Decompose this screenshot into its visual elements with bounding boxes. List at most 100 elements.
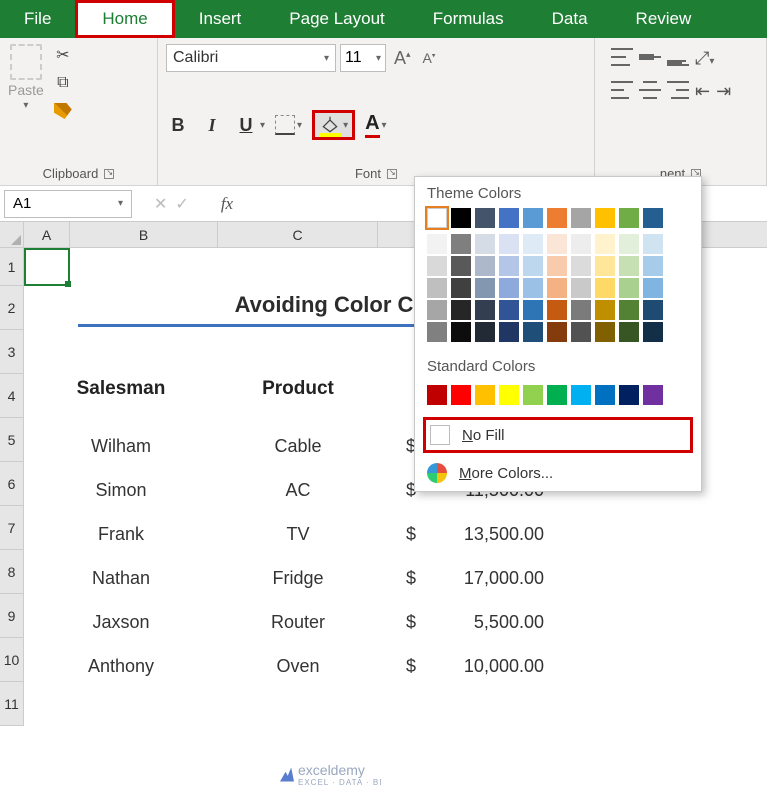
color-swatch[interactable]: [619, 385, 639, 405]
fill-color-button[interactable]: ▾: [312, 110, 355, 140]
color-swatch[interactable]: [475, 322, 495, 342]
tab-file[interactable]: File: [0, 0, 75, 38]
color-swatch[interactable]: [523, 278, 543, 298]
cell-salesman[interactable]: Wilham: [24, 436, 218, 457]
color-swatch[interactable]: [595, 208, 615, 228]
align-center-button[interactable]: [639, 81, 661, 99]
color-swatch[interactable]: [451, 234, 471, 254]
cancel-formula-button[interactable]: ✕: [154, 194, 167, 214]
cell-salesman[interactable]: Jaxson: [24, 612, 218, 633]
tab-pagelayout[interactable]: Page Layout: [265, 0, 408, 38]
color-swatch[interactable]: [451, 278, 471, 298]
color-swatch[interactable]: [499, 278, 519, 298]
align-left-button[interactable]: [611, 81, 633, 99]
color-swatch[interactable]: [523, 300, 543, 320]
color-swatch[interactable]: [547, 322, 567, 342]
color-swatch[interactable]: [427, 208, 447, 228]
color-swatch[interactable]: [571, 300, 591, 320]
color-swatch[interactable]: [571, 208, 591, 228]
no-fill-item[interactable]: No Fill: [423, 417, 693, 453]
color-swatch[interactable]: [475, 385, 495, 405]
font-name-select[interactable]: Calibri▾: [166, 44, 336, 72]
expand-icon[interactable]: [104, 169, 114, 179]
color-swatch[interactable]: [475, 278, 495, 298]
color-swatch[interactable]: [427, 278, 447, 298]
align-bottom-button[interactable]: [667, 48, 689, 66]
cell-salesman[interactable]: Simon: [24, 480, 218, 501]
color-swatch[interactable]: [451, 385, 471, 405]
color-swatch[interactable]: [523, 322, 543, 342]
select-all-corner[interactable]: [0, 222, 24, 247]
color-swatch[interactable]: [475, 256, 495, 276]
paste-button[interactable]: Paste ▾: [8, 44, 44, 122]
active-cell[interactable]: [24, 248, 70, 286]
color-swatch[interactable]: [595, 278, 615, 298]
color-swatch[interactable]: [619, 322, 639, 342]
font-size-select[interactable]: 11▾: [340, 44, 386, 72]
cell-currency[interactable]: $: [378, 656, 424, 677]
tab-home[interactable]: Home: [75, 0, 174, 38]
row-header[interactable]: 11: [0, 682, 24, 726]
color-swatch[interactable]: [619, 278, 639, 298]
color-swatch[interactable]: [451, 300, 471, 320]
underline-button[interactable]: U▾: [234, 115, 265, 136]
bold-button[interactable]: B: [166, 115, 190, 136]
color-swatch[interactable]: [547, 385, 567, 405]
cell-value[interactable]: 5,500.00: [424, 612, 574, 633]
color-swatch[interactable]: [547, 278, 567, 298]
cell-product[interactable]: TV: [218, 524, 378, 545]
color-swatch[interactable]: [547, 234, 567, 254]
cell-currency[interactable]: $: [378, 568, 424, 589]
increase-indent-button[interactable]: ⇥: [716, 81, 731, 102]
color-swatch[interactable]: [595, 300, 615, 320]
color-swatch[interactable]: [595, 385, 615, 405]
color-swatch[interactable]: [643, 300, 663, 320]
row-header[interactable]: 2: [0, 286, 24, 330]
color-swatch[interactable]: [571, 234, 591, 254]
tab-review[interactable]: Review: [612, 0, 716, 38]
tab-insert[interactable]: Insert: [175, 0, 266, 38]
row-header[interactable]: 3: [0, 330, 24, 374]
row-header[interactable]: 8: [0, 550, 24, 594]
cell-currency[interactable]: $: [378, 524, 424, 545]
row-header[interactable]: 1: [0, 248, 24, 286]
color-swatch[interactable]: [499, 208, 519, 228]
more-colors-item[interactable]: More Colors...: [415, 455, 701, 491]
color-swatch[interactable]: [595, 256, 615, 276]
tab-data[interactable]: Data: [528, 0, 612, 38]
color-swatch[interactable]: [619, 256, 639, 276]
color-swatch[interactable]: [523, 256, 543, 276]
color-swatch[interactable]: [643, 322, 663, 342]
decrease-font-button[interactable]: A▾: [419, 50, 440, 66]
color-swatch[interactable]: [571, 278, 591, 298]
increase-font-button[interactable]: A▴: [390, 48, 415, 69]
name-box[interactable]: A1▾: [4, 190, 132, 218]
cell-product[interactable]: Oven: [218, 656, 378, 677]
color-swatch[interactable]: [451, 256, 471, 276]
cell-salesman[interactable]: Frank: [24, 524, 218, 545]
enter-formula-button[interactable]: ✓: [175, 194, 188, 214]
color-swatch[interactable]: [427, 234, 447, 254]
color-swatch[interactable]: [427, 322, 447, 342]
cell-value[interactable]: 13,500.00: [424, 524, 574, 545]
color-swatch[interactable]: [547, 300, 567, 320]
color-swatch[interactable]: [499, 256, 519, 276]
align-top-button[interactable]: [611, 48, 633, 66]
format-painter-button[interactable]: [52, 100, 74, 122]
color-swatch[interactable]: [475, 208, 495, 228]
color-swatch[interactable]: [595, 322, 615, 342]
tab-formulas[interactable]: Formulas: [409, 0, 528, 38]
borders-button[interactable]: ▾: [275, 115, 302, 135]
color-swatch[interactable]: [499, 300, 519, 320]
expand-icon[interactable]: [387, 169, 397, 179]
color-swatch[interactable]: [523, 234, 543, 254]
row-header[interactable]: 4: [0, 374, 24, 418]
cell-value[interactable]: 10,000.00: [424, 656, 574, 677]
font-color-button[interactable]: A▾: [365, 112, 386, 138]
cell-product[interactable]: AC: [218, 480, 378, 501]
color-swatch[interactable]: [619, 300, 639, 320]
col-header-a[interactable]: A: [24, 222, 70, 247]
cell-currency[interactable]: $: [378, 612, 424, 633]
color-swatch[interactable]: [643, 385, 663, 405]
color-swatch[interactable]: [643, 208, 663, 228]
